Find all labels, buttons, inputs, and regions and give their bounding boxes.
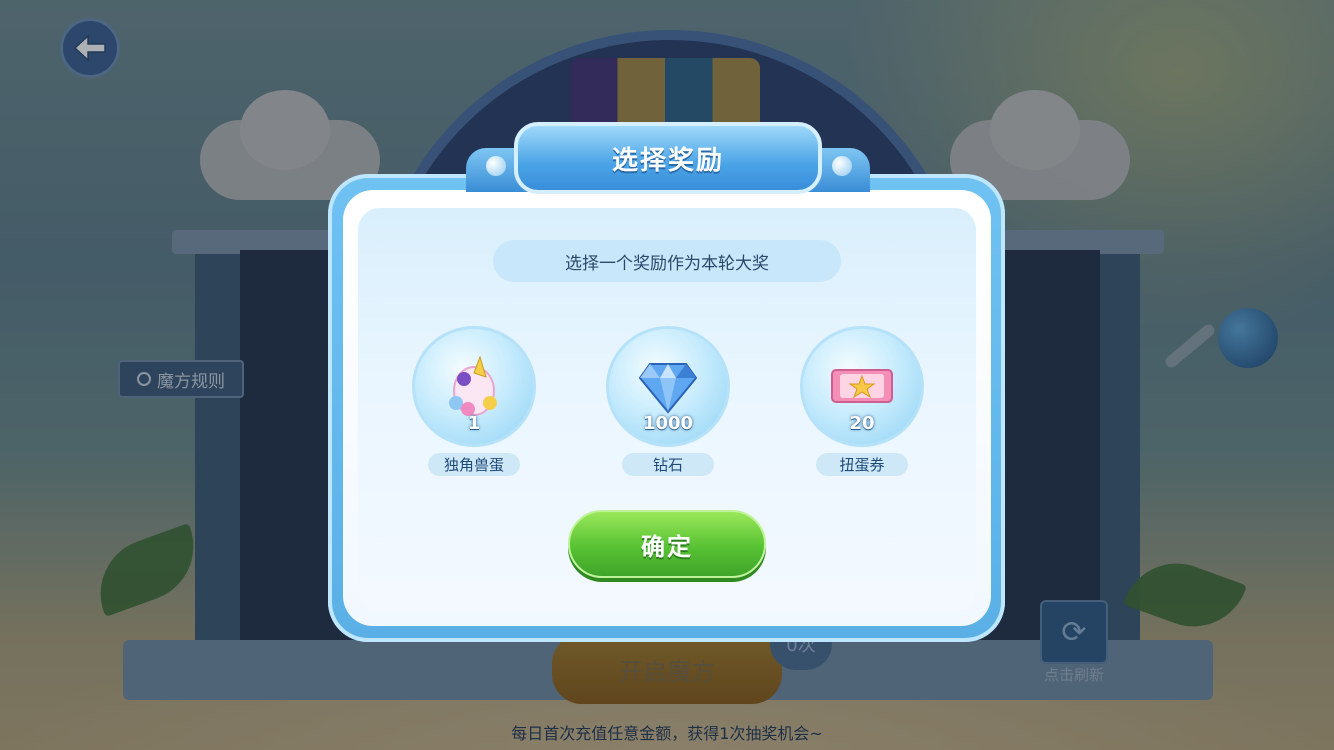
gacha-ticket-icon [831,369,893,404]
reward-name: 钻石 [652,455,683,474]
reward-bubble[interactable]: 1 [412,326,536,447]
unicorn-egg-icon [449,355,497,417]
dialog-subtitle: 选择一个奖励作为本轮大奖 [493,240,841,282]
confirm-label: 确定 [641,532,693,561]
dialog-title-badge: 选择奖励 [514,122,822,194]
reward-name: 独角兽蛋 [443,455,504,474]
reward-bubble[interactable]: 1000 [606,326,730,447]
pearl-icon-left [486,156,506,176]
dialog-title: 选择奖励 [611,145,724,176]
diamond-icon [638,363,698,414]
pearl-icon-right [832,156,852,176]
reward-name-pill: 钻石 [622,452,714,476]
reward-bubble[interactable]: 20 [800,326,924,447]
reward-quantity: 20 [849,412,875,434]
dialog-subtitle-text: 选择一个奖励作为本轮大奖 [565,253,769,274]
reward-name-pill: 独角兽蛋 [428,452,520,476]
confirm-button[interactable]: 确定 [568,510,766,578]
reward-quantity: 1000 [642,412,694,434]
reward-name-pill: 扭蛋券 [816,452,908,476]
reward-option-diamond[interactable]: 1000 钻石 [603,326,733,476]
reward-name: 扭蛋券 [839,455,885,474]
reward-option-unicorn-egg[interactable]: 1 独角兽蛋 [409,326,539,476]
reward-option-gacha-ticket[interactable]: 20 扭蛋券 [797,326,927,476]
reward-quantity: 1 [467,412,481,434]
